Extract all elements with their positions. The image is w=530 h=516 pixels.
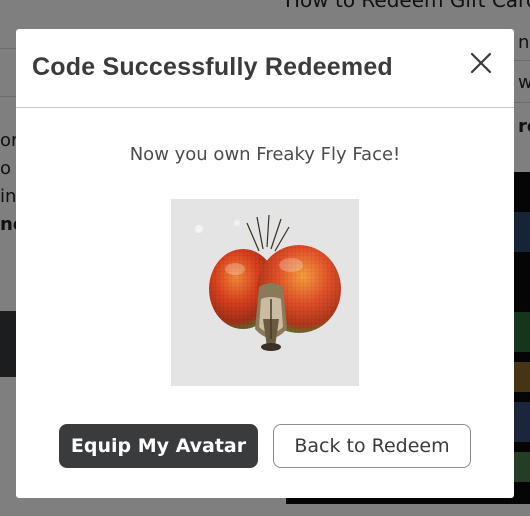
close-button[interactable]	[466, 48, 496, 78]
redeem-success-modal: Code Successfully Redeemed Now you own F…	[16, 29, 514, 498]
redeem-message: Now you own Freaky Fly Face!	[129, 144, 401, 165]
item-thumbnail	[171, 199, 359, 386]
equip-avatar-button[interactable]: Equip My Avatar	[59, 424, 258, 468]
modal-header: Code Successfully Redeemed	[16, 29, 514, 108]
close-icon	[470, 52, 492, 74]
modal-title: Code Successfully Redeemed	[32, 53, 393, 81]
fly-face-icon	[195, 214, 341, 351]
back-to-redeem-button[interactable]: Back to Redeem	[273, 424, 471, 468]
